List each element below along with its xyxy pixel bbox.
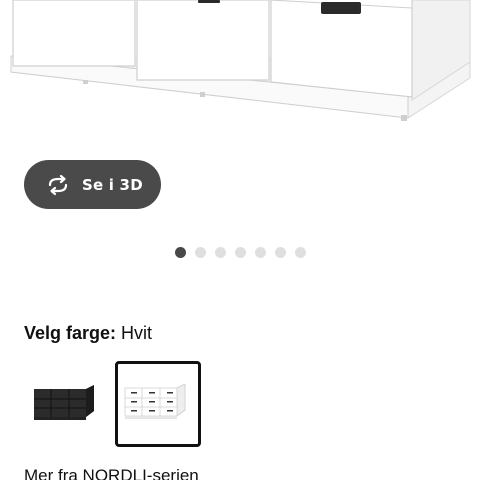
carousel-dot-1[interactable] — [175, 247, 186, 258]
product-image[interactable] — [0, 0, 480, 125]
carousel-dot-3[interactable] — [215, 247, 226, 258]
dresser-image — [10, 0, 471, 121]
dresser-white-thumbnail — [124, 384, 186, 419]
view-3d-label: Se i 3D — [82, 175, 143, 194]
color-heading-label: Velg farge: — [24, 323, 117, 343]
color-heading: Velg farge: Hvit — [24, 322, 152, 344]
carousel-dot-2[interactable] — [195, 247, 206, 258]
selected-color-value: Hvit — [121, 323, 153, 343]
color-swatch-antrasitt[interactable] — [24, 362, 110, 448]
carousel-dot-6[interactable] — [275, 247, 286, 258]
color-swatch-hvit[interactable] — [115, 361, 201, 447]
series-link[interactable]: Mer fra NORDLI-serien — [24, 466, 199, 480]
carousel-dot-5[interactable] — [255, 247, 266, 258]
carousel-dot-4[interactable] — [235, 247, 246, 258]
dresser-black-thumbnail — [34, 385, 94, 420]
carousel-dots — [175, 247, 306, 258]
carousel-dot-7[interactable] — [295, 247, 306, 258]
view-3d-button[interactable]: Se i 3D — [24, 160, 161, 209]
rotate-3d-icon — [44, 174, 72, 196]
